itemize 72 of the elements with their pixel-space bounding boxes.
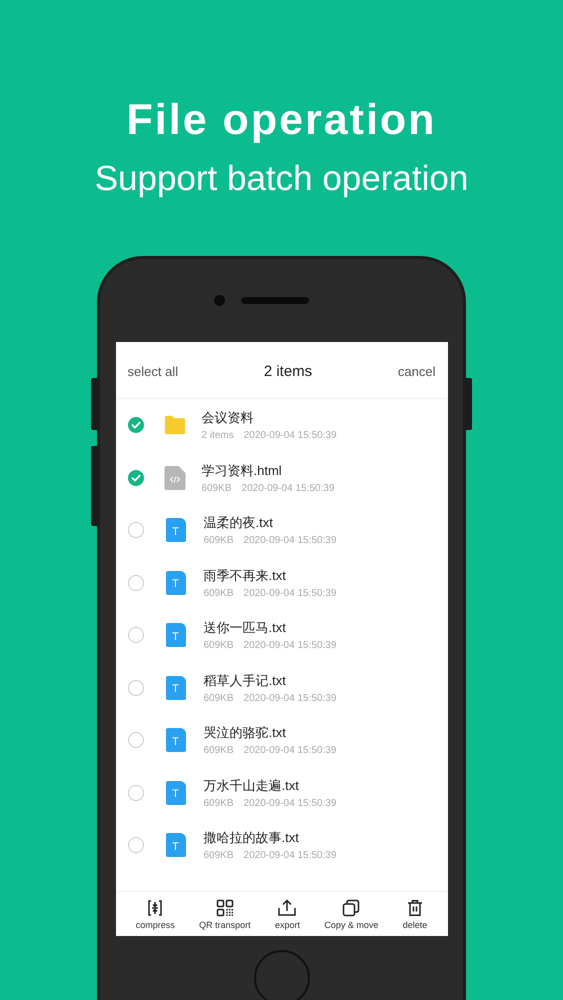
file-date: 2020-09-04 15:50:39 [244,850,336,862]
select-circle[interactable] [128,837,144,854]
file-row[interactable]: T 撒哈拉的故事.txt 609KB 2020-09-04 15:50:39 [116,819,448,872]
file-name: 会议资料 [202,409,254,428]
file-date: 2020-09-04 15:50:39 [244,535,336,546]
file-info: 609KB [204,640,234,652]
upload-icon [277,898,298,916]
file-info: 609KB [204,535,234,546]
text-file-icon: T [166,833,186,858]
headline: File operation [126,95,436,146]
file-info: 2 items [202,430,234,442]
file-row[interactable]: T 温柔的夜.txt 609KB 2020-09-04 15:50:39 [116,504,448,556]
compress-button[interactable]: compress [136,898,175,930]
home-button[interactable] [254,950,310,1000]
file-date: 2020-09-04 15:50:39 [242,482,334,494]
select-circle[interactable] [128,470,144,486]
code-file-icon [164,466,186,490]
file-row[interactable]: T 送你一匹马.txt 609KB 2020-09-04 15:50:39 [116,609,448,662]
copy-button[interactable]: Copy & move [324,898,378,930]
file-name: 雨季不再来.txt [204,566,287,585]
cancel-button[interactable]: cancel [398,364,436,378]
select-circle[interactable] [128,522,144,538]
file-name: 撒哈拉的故事.txt [204,829,300,848]
export-button[interactable]: export [274,898,300,930]
folder-icon [164,414,186,436]
file-name: 学习资料.html [202,462,283,480]
camera-dot [214,295,225,306]
file-date: 2020-09-04 15:50:39 [244,430,337,442]
header-title: 2 items [264,362,312,380]
file-name: 万水千山走遍.txt [204,776,300,795]
compress-icon [146,898,164,916]
select-circle[interactable] [128,732,144,748]
text-file-icon: T [166,570,186,595]
file-name: 稻草人手记.txt [204,672,287,690]
select-circle[interactable] [128,417,144,434]
file-name: 送你一匹马.txt [204,619,287,638]
file-info: 609KB [204,798,234,809]
file-info: 609KB [204,588,234,599]
file-date: 2020-09-04 15:50:39 [244,798,336,809]
file-row[interactable]: T 雨季不再来.txt 609KB 2020-09-04 15:50:39 [116,556,448,609]
file-info: 609KB [202,482,232,494]
select-circle[interactable] [128,680,144,696]
select-circle[interactable] [128,784,144,801]
file-row[interactable]: T 稻草人手记.txt 609KB 2020-09-04 15:50:39 [116,662,448,714]
text-file-icon: T [166,728,186,752]
copy-icon [342,898,360,916]
trash-icon [406,898,424,916]
select-circle[interactable] [128,627,144,644]
text-file-icon: T [166,676,186,700]
qr-button[interactable]: QR transport [199,898,251,930]
text-file-icon: T [166,780,186,805]
file-date: 2020-09-04 15:50:39 [244,640,336,652]
file-info: 609KB [204,692,234,704]
file-row[interactable]: T 哭泣的骆驼.txt 609KB 2020-09-04 15:50:39 [116,714,448,766]
text-file-icon: T [166,623,186,648]
qr-code-icon [216,898,234,916]
file-date: 2020-09-04 15:50:39 [244,588,336,599]
file-info: 609KB [204,850,234,862]
file-name: 哭泣的骆驼.txt [204,724,287,742]
select-all-button[interactable]: select all [128,364,178,378]
file-date: 2020-09-04 15:50:39 [244,692,336,704]
select-circle[interactable] [128,574,144,591]
subheadline: Support batch operation [94,158,468,200]
file-date: 2020-09-04 15:50:39 [244,745,336,756]
file-info: 609KB [204,745,234,756]
file-name: 温柔的夜.txt [204,514,274,532]
file-row[interactable]: T 万水千山走遍.txt 609KB 2020-09-04 15:50:39 [116,766,448,819]
file-row[interactable]: 学习资料.html 609KB 2020-09-04 15:50:39 [116,452,448,504]
speaker-slot [241,297,309,304]
delete-button[interactable]: delete [402,898,428,930]
text-file-icon: T [166,518,186,542]
file-row[interactable]: 会议资料 2 items 2020-09-04 15:50:39 [116,399,448,452]
